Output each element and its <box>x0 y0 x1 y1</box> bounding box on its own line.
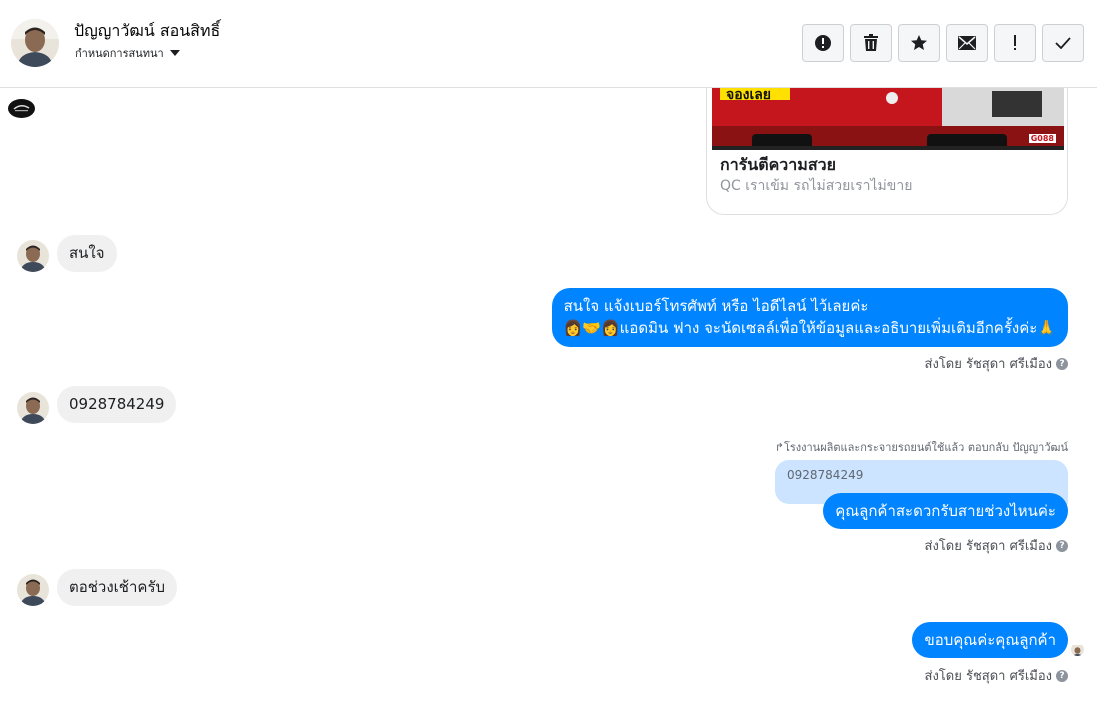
sent-by-text: ส่งโดย รัชสุดา ศรีเมือง <box>924 669 1052 684</box>
checkmark-icon <box>1055 37 1071 49</box>
conversation-status-dropdown[interactable]: กำหนดการสนทนา <box>75 44 180 62</box>
outgoing-message: ขอบคุณค่ะคุณลูกค้า <box>912 622 1068 658</box>
reply-note: ↱โรงงานผลิตและกระจายรถยนต์ใช้แล้ว ตอบกลั… <box>774 441 1068 454</box>
sent-by-text: ส่งโดย รัชสุดา ศรีเมือง <box>924 539 1052 554</box>
mark-unread-button[interactable] <box>946 24 988 62</box>
page-logo <box>8 99 35 118</box>
alert-circle-icon <box>815 35 831 51</box>
conversation-toolbar <box>802 24 1084 62</box>
product-card-subtitle: QC เราเข้ม รถไม่สวยเราไม่ขาย <box>720 178 913 194</box>
contact-name: ปัญญาวัฒน์ สอนสิทธิ์ <box>74 21 221 40</box>
sent-by-text: ส่งโดย รัชสุดา ศรีเมือง <box>924 357 1052 372</box>
outgoing-message-line: สนใจ แจ้งเบอร์โทรศัพท์ หรือ ไอดีไลน์ ไว้… <box>563 297 869 315</box>
sender-avatar <box>17 240 49 272</box>
sent-by-label: ส่งโดย รัชสุดา ศรีเมือง ? <box>925 535 1068 556</box>
message-thread[interactable]: จองเลย G088 การันตีความสวย QC เราเข้ม รถ… <box>0 88 1097 716</box>
sender-avatar <box>17 574 49 606</box>
priority-button[interactable] <box>994 24 1036 62</box>
incoming-message: สนใจ <box>57 235 117 272</box>
seen-avatar <box>1071 643 1084 656</box>
incoming-message: ตอช่วงเช้าครับ <box>57 569 178 606</box>
report-button[interactable] <box>802 24 844 62</box>
incoming-message: 0928784249 <box>57 386 177 423</box>
help-icon[interactable]: ? <box>1056 357 1068 370</box>
product-image-text: จองเลย <box>726 88 772 103</box>
star-icon <box>911 35 927 50</box>
exclamation-icon <box>1014 35 1016 50</box>
delete-button[interactable] <box>850 24 892 62</box>
conversation-header: ปัญญาวัฒน์ สอนสิทธิ์ กำหนดการสนทนา <box>0 0 1097 88</box>
help-icon[interactable]: ? <box>1056 539 1068 552</box>
trash-icon <box>864 34 878 51</box>
help-icon[interactable]: ? <box>1056 669 1068 682</box>
star-button[interactable] <box>898 24 940 62</box>
caret-down-icon <box>169 50 180 56</box>
sender-avatar <box>17 392 49 424</box>
conversation-status-label: กำหนดการสนทนา <box>75 47 164 60</box>
outgoing-message: คุณลูกค้าสะดวกรับสายช่วงไหนค่ะ <box>823 493 1068 529</box>
outgoing-message: สนใจ แจ้งเบอร์โทรศัพท์ หรือ ไอดีไลน์ ไว้… <box>551 288 1068 347</box>
product-image-code: G088 <box>1028 134 1056 143</box>
sent-by-label: ส่งโดย รัชสุดา ศรีเมือง ? <box>925 353 1068 374</box>
outgoing-message-line: 👩‍🤝‍👩แอดมิน ฟาง จะนัดเซลล์เพื่อให้ข้อมูล… <box>563 319 1056 337</box>
contact-avatar[interactable] <box>11 19 59 67</box>
product-card[interactable]: จองเลย G088 การันตีความสวย QC เราเข้ม รถ… <box>706 88 1068 215</box>
envelope-icon <box>958 36 976 50</box>
done-button[interactable] <box>1042 24 1084 62</box>
product-image: จองเลย G088 <box>712 88 1064 150</box>
sent-by-label: ส่งโดย รัชสุดา ศรีเมือง ? <box>925 665 1068 686</box>
